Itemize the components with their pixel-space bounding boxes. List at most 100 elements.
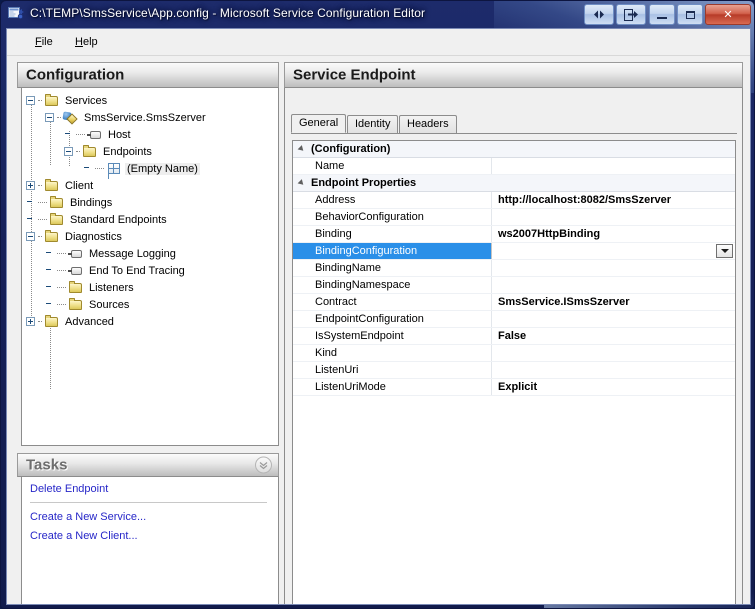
property-category-configuration[interactable]: (Configuration)	[293, 141, 735, 158]
property-value[interactable]: Explicit	[491, 379, 735, 395]
export-button[interactable]	[616, 4, 646, 25]
tab-headers[interactable]: Headers	[399, 115, 457, 133]
property-row-bindingnamespace[interactable]: BindingNamespace	[293, 277, 735, 294]
property-row-issystemendpoint[interactable]: IsSystemEndpoint False	[293, 328, 735, 345]
tree-item-end-to-end-tracing[interactable]: End To End Tracing	[26, 262, 278, 279]
property-row-address[interactable]: Address http://localhost:8082/SmsSzerver	[293, 192, 735, 209]
collapse-minus-icon[interactable]	[45, 113, 54, 122]
tree-item-standard-endpoints[interactable]: Standard Endpoints	[26, 211, 278, 228]
property-value[interactable]: http://localhost:8082/SmsSzerver	[491, 192, 735, 208]
property-name: IsSystemEndpoint	[315, 330, 404, 342]
configuration-tree[interactable]: Services SmsService.SmsSzerver Host Endpoin…	[21, 88, 279, 446]
property-value[interactable]	[491, 158, 735, 174]
collapse-minus-icon[interactable]	[64, 147, 73, 156]
property-value[interactable]	[491, 345, 735, 361]
task-delete-endpoint[interactable]: Delete Endpoint	[30, 483, 108, 495]
tree-item-listeners[interactable]: Listeners	[26, 279, 278, 296]
tree-item-advanced[interactable]: Advanced	[26, 313, 278, 330]
menu-file-accel: F	[35, 36, 42, 48]
collapse-minus-icon[interactable]	[26, 232, 35, 241]
tree-item-host[interactable]: Host	[26, 126, 278, 143]
tree-connector	[76, 133, 85, 136]
navigate-arrows-button[interactable]	[584, 4, 614, 25]
menu-file[interactable]: File	[29, 34, 59, 50]
property-row-contract[interactable]: Contract SmsService.ISmsSzerver	[293, 294, 735, 311]
property-value[interactable]: False	[491, 328, 735, 344]
expand-plus-icon[interactable]	[26, 181, 35, 190]
folder-icon	[49, 195, 65, 210]
property-name: Name	[315, 160, 345, 172]
application-window: C:\TEMP\SmsService\App.config - Microsof…	[0, 0, 755, 609]
property-row-name[interactable]: Name	[293, 158, 735, 175]
property-value[interactable]	[491, 362, 735, 378]
tab-label: Identity	[355, 118, 391, 130]
maximize-button[interactable]	[677, 4, 703, 25]
chevron-double-down-icon[interactable]	[255, 456, 272, 474]
tasks-separator	[30, 502, 267, 503]
property-value[interactable]	[491, 260, 735, 276]
service-config-editor-icon	[8, 7, 24, 20]
tree-item-smsservice-smsszerver[interactable]: SmsService.SmsSzerver	[26, 109, 278, 126]
caption-extra-buttons	[582, 4, 646, 25]
property-row-kind[interactable]: Kind	[293, 345, 735, 362]
property-row-listenurimode[interactable]: ListenUriMode Explicit	[293, 379, 735, 396]
tree-connector	[76, 150, 80, 153]
title-bar[interactable]: C:\TEMP\SmsService\App.config - Microsof…	[1, 1, 754, 28]
property-row-listenuri[interactable]: ListenUri	[293, 362, 735, 379]
tree-item-label: Listeners	[89, 281, 134, 294]
property-category-endpoint-properties[interactable]: Endpoint Properties	[293, 175, 735, 192]
property-value[interactable]	[491, 277, 735, 293]
window-title: C:\TEMP\SmsService\App.config - Microsof…	[30, 6, 426, 20]
property-value[interactable]: ws2007HttpBinding	[491, 226, 735, 242]
property-row-behaviorconfiguration[interactable]: BehaviorConfiguration	[293, 209, 735, 226]
tree-item-endpoints[interactable]: Endpoints	[26, 143, 278, 160]
menu-help-rest: elp	[82, 36, 98, 48]
tree-item-message-logging[interactable]: Message Logging	[26, 245, 278, 262]
tree-item-services[interactable]: Services	[26, 92, 278, 109]
property-row-bindingconfiguration[interactable]: BindingConfiguration	[293, 243, 735, 260]
menu-file-rest: ile	[41, 36, 53, 48]
property-name: BindingName	[315, 262, 382, 274]
tree-item-label: Client	[65, 179, 94, 192]
tab-label: Headers	[407, 118, 449, 130]
property-row-endpointconfiguration[interactable]: EndpointConfiguration	[293, 311, 735, 328]
caption-window-buttons: ✕	[647, 4, 751, 25]
tree-connector	[95, 167, 104, 170]
tree-item-client[interactable]: Client	[26, 177, 278, 194]
tree-connector	[57, 252, 66, 255]
folder-icon	[44, 229, 60, 244]
tab-identity[interactable]: Identity	[347, 115, 399, 133]
close-button[interactable]: ✕	[705, 4, 751, 25]
chevron-down-icon[interactable]	[716, 244, 733, 258]
tree-item-sources[interactable]: Sources	[26, 296, 278, 313]
property-grid[interactable]: (Configuration) Name Endpoint Properties Ad…	[292, 140, 736, 604]
tab-general[interactable]: General	[291, 114, 347, 133]
tree-item-label: Endpoints	[103, 145, 152, 158]
tree-item-label: SmsService.SmsSzerver	[84, 111, 206, 124]
expand-plus-icon[interactable]	[26, 317, 35, 326]
chevron-down-glyph	[720, 249, 729, 253]
tree-item-empty-name[interactable]: (Empty Name)	[26, 160, 278, 177]
collapse-minus-icon[interactable]	[26, 96, 35, 105]
property-value[interactable]: SmsService.ISmsSzerver	[491, 294, 735, 310]
tree-item-bindings[interactable]: Bindings	[26, 194, 278, 211]
task-create-service[interactable]: Create a New Service...	[30, 511, 146, 523]
menu-help[interactable]: Help	[69, 34, 104, 50]
minimize-button[interactable]	[649, 4, 675, 25]
tree-item-diagnostics[interactable]: Diagnostics	[26, 228, 278, 245]
property-value[interactable]	[491, 243, 735, 259]
property-value[interactable]	[491, 311, 735, 327]
property-value[interactable]	[491, 209, 735, 225]
menu-bar: File Help	[7, 29, 750, 56]
tree-connector	[38, 320, 42, 323]
tree-item-label: Host	[108, 128, 131, 141]
configuration-panel-title: Configuration	[26, 66, 125, 84]
left-right-arrow-icon	[594, 10, 604, 19]
endpoint-icon	[106, 162, 122, 176]
property-name: ListenUriMode	[315, 381, 386, 393]
export-arrow-icon	[624, 8, 638, 21]
property-row-binding[interactable]: Binding ws2007HttpBinding	[293, 226, 735, 243]
task-create-client[interactable]: Create a New Client...	[30, 530, 138, 542]
property-row-bindingname[interactable]: BindingName	[293, 260, 735, 277]
tree-item-label: Bindings	[70, 196, 113, 209]
